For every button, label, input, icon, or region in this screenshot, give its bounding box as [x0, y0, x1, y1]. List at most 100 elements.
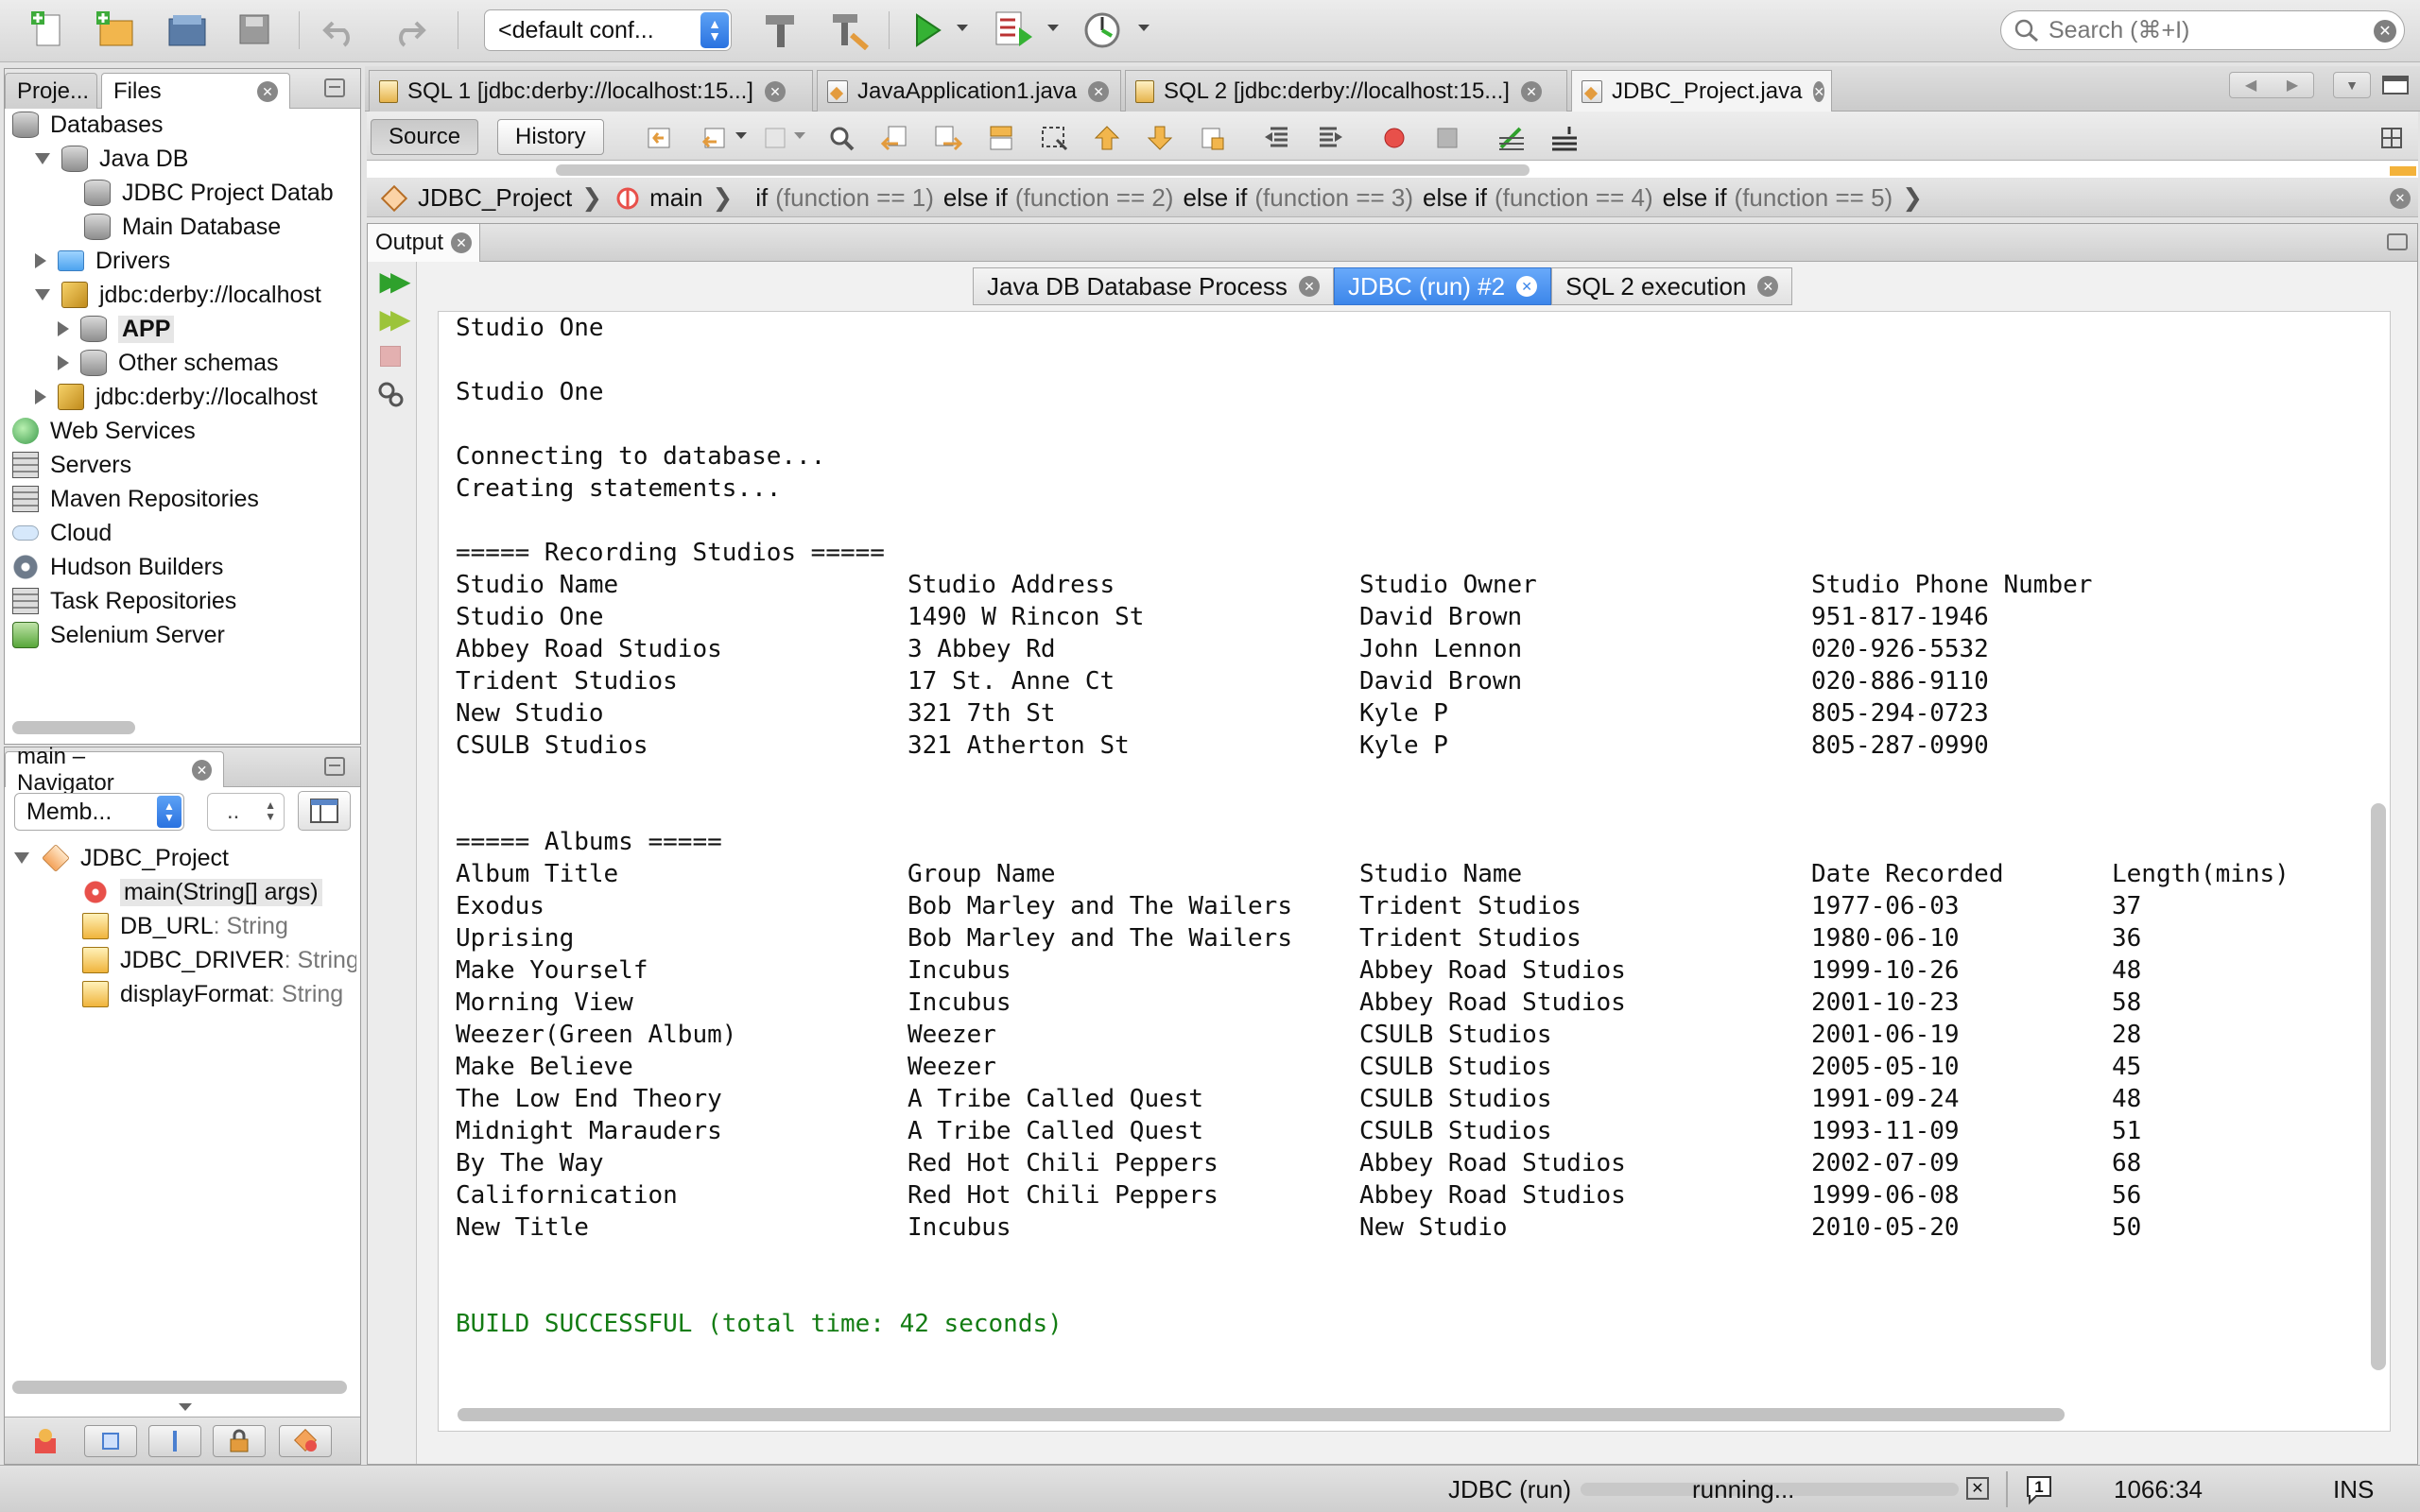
- breadcrumb-project[interactable]: JDBC_Project: [380, 183, 572, 213]
- close-icon[interactable]: ✕: [1813, 80, 1825, 102]
- toggle-highlight-icon[interactable]: [987, 125, 1015, 151]
- minimize-pane-icon[interactable]: [324, 757, 345, 776]
- split-editor-icon[interactable]: [2378, 125, 2407, 151]
- uncomment-icon[interactable]: [1550, 125, 1579, 151]
- show-inner-classes-button[interactable]: [279, 1425, 332, 1457]
- notifications-icon[interactable]: 1: [2023, 1473, 2055, 1505]
- expand-closed-icon[interactable]: [58, 355, 69, 370]
- editor-tab-jdbc-project[interactable]: JDBC_Project.java ✕: [1571, 70, 1832, 112]
- horizontal-scrollbar[interactable]: [12, 721, 135, 734]
- forward-icon[interactable]: [762, 125, 790, 151]
- forward-dropdown-icon[interactable]: [794, 132, 805, 139]
- editor-tab-sql2[interactable]: SQL 2 [jdbc:derby://localhost:15...] ✕: [1125, 70, 1567, 112]
- console-output[interactable]: Studio One Studio One Connecting to databa…: [438, 311, 2391, 1432]
- tree-item[interactable]: jdbc:derby://localhost: [35, 381, 318, 413]
- configuration-select[interactable]: <default conf... ▲ ▼: [484, 9, 732, 51]
- members-filter-select[interactable]: Memb... ▲ ▼: [14, 793, 184, 831]
- tree-item[interactable]: Maven Repositories: [12, 483, 259, 515]
- comment-icon[interactable]: [1497, 125, 1526, 151]
- close-icon[interactable]: ✕: [1298, 276, 1320, 297]
- next-bookmark-icon[interactable]: [1146, 125, 1174, 151]
- tree-item[interactable]: Servers: [12, 449, 131, 481]
- navigator-item[interactable]: DB_URL : String: [82, 910, 288, 942]
- close-breadcrumb-icon[interactable]: ✕: [2390, 188, 2411, 209]
- stop-icon[interactable]: [375, 341, 406, 371]
- new-project-icon[interactable]: [95, 9, 136, 51]
- tree-item[interactable]: Cloud: [12, 517, 112, 549]
- find-previous-icon[interactable]: [881, 125, 909, 151]
- tab-output[interactable]: Output ✕: [368, 224, 481, 262]
- start-macro-icon[interactable]: [1380, 125, 1409, 151]
- expand-open-icon[interactable]: [35, 153, 50, 164]
- horizontal-scrollbar[interactable]: [12, 1381, 347, 1394]
- run-icon[interactable]: [906, 9, 947, 51]
- scroll-tabs-buttons[interactable]: ◀ ▶: [2229, 72, 2314, 98]
- cancel-task-icon[interactable]: ✕: [1966, 1477, 1989, 1500]
- tree-item[interactable]: jdbc:derby://localhost: [35, 279, 321, 311]
- run-dropdown-icon[interactable]: [957, 25, 968, 31]
- show-opened-documents-button[interactable]: ▼: [2333, 72, 2371, 98]
- profile-dropdown-icon[interactable]: [1138, 25, 1150, 31]
- history-button[interactable]: History: [497, 119, 604, 155]
- navigator-item[interactable]: JDBC_Project: [14, 842, 229, 874]
- editor-tab-javaapplication1[interactable]: JavaApplication1.java ✕: [817, 70, 1121, 112]
- expand-open-icon[interactable]: [14, 852, 29, 864]
- tree-item[interactable]: Web Services: [12, 415, 196, 447]
- expand-closed-icon[interactable]: [58, 321, 69, 336]
- editor-horizontal-scrollbar[interactable]: [556, 164, 1530, 176]
- redo-icon[interactable]: [388, 9, 429, 51]
- shift-right-icon[interactable]: [1316, 125, 1344, 151]
- tree-item[interactable]: Other schemas: [58, 347, 279, 379]
- profile-icon[interactable]: [1083, 9, 1125, 51]
- tree-item[interactable]: Hudson Builders: [12, 551, 223, 583]
- close-icon[interactable]: ✕: [1516, 276, 1538, 297]
- tree-item[interactable]: Databases: [12, 109, 164, 141]
- show-static-button[interactable]: [148, 1425, 201, 1457]
- expand-closed-icon[interactable]: [35, 253, 46, 268]
- scroll-right-icon[interactable]: ▶: [2287, 76, 2298, 94]
- tree-item[interactable]: Selenium Server: [12, 619, 225, 651]
- horizontal-scrollbar[interactable]: [458, 1408, 2065, 1421]
- undo-icon[interactable]: [320, 9, 361, 51]
- tab-navigator[interactable]: main – Navigator ✕: [5, 744, 224, 796]
- minimize-pane-icon[interactable]: [324, 78, 345, 97]
- find-next-icon[interactable]: [934, 125, 962, 151]
- tree-item[interactable]: APP: [58, 313, 175, 345]
- rerun-with-args-icon[interactable]: ▶▶: [375, 303, 410, 334]
- source-button[interactable]: Source: [371, 119, 479, 155]
- close-icon[interactable]: ✕: [764, 80, 786, 102]
- last-edit-icon[interactable]: [647, 125, 675, 151]
- navigator-item[interactable]: JDBC_DRIVER : String: [82, 944, 356, 976]
- clean-build-icon[interactable]: [828, 9, 870, 51]
- scroll-left-icon[interactable]: ◀: [2245, 76, 2256, 94]
- stop-macro-icon[interactable]: [1433, 125, 1461, 151]
- build-hammer-icon[interactable]: [760, 9, 802, 51]
- output-subtab[interactable]: SQL 2 execution ✕: [1551, 267, 1793, 305]
- settings-icon[interactable]: [375, 379, 406, 409]
- search-field[interactable]: Search (⌘+I) ✕: [2000, 10, 2405, 50]
- find-icon[interactable]: [828, 125, 856, 151]
- error-stripe-marker[interactable]: [2390, 166, 2416, 176]
- previous-bookmark-icon[interactable]: [1093, 125, 1121, 151]
- close-icon[interactable]: ✕: [257, 80, 278, 102]
- back-dropdown-icon[interactable]: [735, 132, 747, 139]
- debug-icon[interactable]: [994, 9, 1036, 51]
- close-icon[interactable]: ✕: [451, 232, 473, 253]
- debug-dropdown-icon[interactable]: [1047, 25, 1059, 31]
- navigator-item[interactable]: displayFormat : String: [82, 978, 343, 1010]
- show-nonpublic-button[interactable]: [213, 1425, 266, 1457]
- navigator-item[interactable]: main(String[] args): [82, 876, 322, 908]
- output-subtab[interactable]: JDBC (run) #2 ✕: [1333, 267, 1552, 305]
- inherited-members-icon[interactable]: [29, 1427, 61, 1455]
- maximize-window-button[interactable]: [2377, 72, 2414, 98]
- breadcrumb-conditions[interactable]: if (function == 1) else if (function == 2) e…: [746, 183, 1893, 213]
- tree-item[interactable]: JDBC Project Datab: [58, 177, 334, 209]
- tree-item[interactable]: Drivers: [35, 245, 170, 277]
- close-icon[interactable]: ✕: [1088, 80, 1110, 102]
- rectangular-selection-icon[interactable]: [1040, 125, 1068, 151]
- rerun-icon[interactable]: ▶▶: [375, 266, 410, 296]
- tree-item[interactable]: Task Repositories: [12, 585, 236, 617]
- navigator-view-button[interactable]: [298, 791, 351, 831]
- open-project-icon[interactable]: [166, 9, 208, 51]
- tab-files[interactable]: Files ✕: [101, 73, 290, 109]
